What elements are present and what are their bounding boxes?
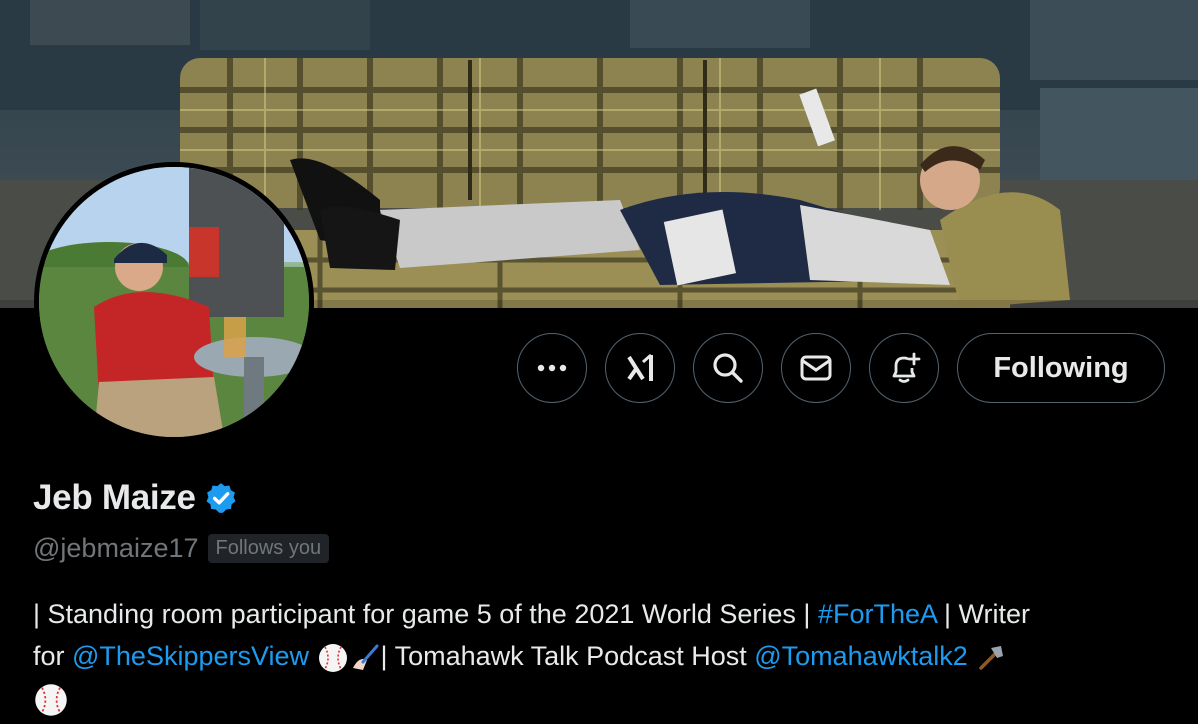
mention-link-tomahawktalk2[interactable]: @Tomahawktalk2 bbox=[754, 641, 968, 671]
baseball-icon bbox=[318, 643, 347, 672]
name-row: Jeb Maize bbox=[33, 478, 238, 518]
search-button[interactable] bbox=[693, 333, 763, 403]
message-icon bbox=[800, 355, 832, 381]
message-button[interactable] bbox=[781, 333, 851, 403]
baseball-icon bbox=[35, 684, 67, 716]
mention-link-skippersview[interactable]: @TheSkippersView bbox=[72, 641, 309, 671]
profile-avatar[interactable] bbox=[34, 162, 314, 442]
verified-badge-icon[interactable] bbox=[204, 481, 238, 515]
more-button[interactable] bbox=[517, 333, 587, 403]
writing-hand-icon bbox=[352, 644, 379, 670]
search-icon bbox=[713, 353, 743, 383]
bio-text: | Standing room participant for game 5 o… bbox=[33, 599, 818, 629]
avatar-photo bbox=[39, 167, 309, 437]
profile-bio: | Standing room participant for game 5 o… bbox=[33, 593, 1173, 719]
grok-icon bbox=[627, 353, 653, 381]
bio-text: for bbox=[33, 641, 73, 671]
notify-button[interactable] bbox=[869, 333, 939, 403]
bell-plus-icon bbox=[892, 352, 921, 383]
grok-button[interactable] bbox=[605, 333, 675, 403]
following-button[interactable]: Following bbox=[957, 333, 1165, 403]
bio-text: | Tomahawk Talk Podcast Host bbox=[380, 641, 755, 671]
display-name: Jeb Maize bbox=[33, 478, 196, 517]
follows-you-badge: Follows you bbox=[207, 534, 330, 563]
hashtag-link[interactable]: #ForTheA bbox=[818, 599, 937, 629]
more-icon bbox=[537, 364, 567, 372]
user-handle: @jebmaize17 bbox=[33, 533, 199, 563]
handle-row: @jebmaize17 Follows you bbox=[33, 533, 330, 564]
bio-text: | Writer bbox=[936, 599, 1031, 629]
axe-icon bbox=[979, 645, 1004, 670]
